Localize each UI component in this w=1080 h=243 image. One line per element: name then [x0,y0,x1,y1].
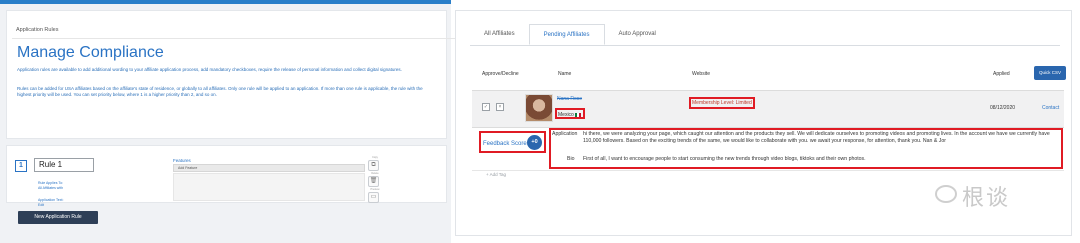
country-name: Mexico [558,112,574,118]
tab-underline [470,45,1060,46]
applied-date: 08/12/2020 [990,105,1016,111]
add-feature-select[interactable]: Add Feature [173,164,365,172]
decline-checkbox[interactable]: × [496,103,504,111]
delete-caption: Delete [371,172,379,175]
feedback-score-label: Feedback Score: [483,141,529,147]
features-list [173,173,365,201]
rule-priority-badge[interactable]: 1 [15,160,27,172]
preview-rule-button[interactable]: ▭ [368,192,379,203]
tab-auto-approval[interactable]: Auto Approval [605,24,670,45]
affiliate-name-link[interactable]: Nana Rose [557,96,582,102]
add-tag-link[interactable]: + Add Tag [486,172,506,177]
avatar [525,94,553,122]
copy-rule-button[interactable]: ⧉ [368,160,379,171]
quick-csv-button[interactable]: Quick CSV [1034,66,1066,80]
rule-name-input[interactable]: Rule 1 [34,158,94,172]
website-value: Membership Level: Limited [692,100,752,106]
approve-checkbox[interactable]: ✓ [482,103,490,111]
wechat-logo-icon [935,185,957,203]
close-icon: × [498,104,502,110]
new-application-rule-button[interactable]: New Application Rule [18,211,98,224]
flag-icon [575,112,582,117]
rule-applies-value[interactable]: All Affiliates with [38,186,63,191]
column-website[interactable]: Website [692,71,710,77]
intro-paragraph: Application rules are available to add a… [17,67,402,72]
application-label: Application [552,131,578,137]
column-approve-decline: Approve/Decline [482,71,519,77]
check-icon: ✓ [483,104,489,110]
row-divider [472,170,1064,171]
rule-application-text: Application Text: Edit [38,198,63,207]
tab-pending-affiliates[interactable]: Pending Affiliates [528,24,605,45]
watermark-text: 根谈 [962,186,1011,211]
features-label: Features [173,158,191,163]
contact-link[interactable]: Contact [1042,105,1059,111]
preview-icon: ▭ [370,194,377,200]
rule-applies-label: Rule Applies To: [38,181,64,185]
section-title: Application Rules [16,27,59,33]
column-applied[interactable]: Applied [993,71,1010,77]
affiliate-country: Mexico [558,112,582,118]
top-accent-bar [0,0,451,4]
delete-rule-button[interactable]: 🗑 [368,176,379,187]
bio-label: Bio [567,156,575,162]
column-name[interactable]: Name [558,71,571,77]
page-title: Manage Compliance [17,44,164,61]
trash-icon: 🗑 [369,178,378,184]
affiliate-tabs: All Affiliates Pending Affiliates Auto A… [470,24,670,45]
copy-icon: ⧉ [371,162,376,168]
application-text: hi there, we were analyzing your page, w… [583,131,1050,144]
tab-all-affiliates[interactable]: All Affiliates [470,24,529,45]
rules-paragraph: Rules can be added for USA affiliates ba… [17,86,423,97]
compliance-card [6,10,447,139]
bio-text: First of all, I want to encourage people… [583,156,866,162]
rule-applies-to: Rule Applies To: All Affiliates with [38,181,63,190]
feedback-score-badge[interactable]: +0 [527,135,542,150]
preview-caption: Preview [370,188,380,191]
application-text-label: Application Text: [38,198,64,202]
application-text-edit-link[interactable]: Edit [38,203,63,208]
copy-caption: Copy [372,156,378,159]
